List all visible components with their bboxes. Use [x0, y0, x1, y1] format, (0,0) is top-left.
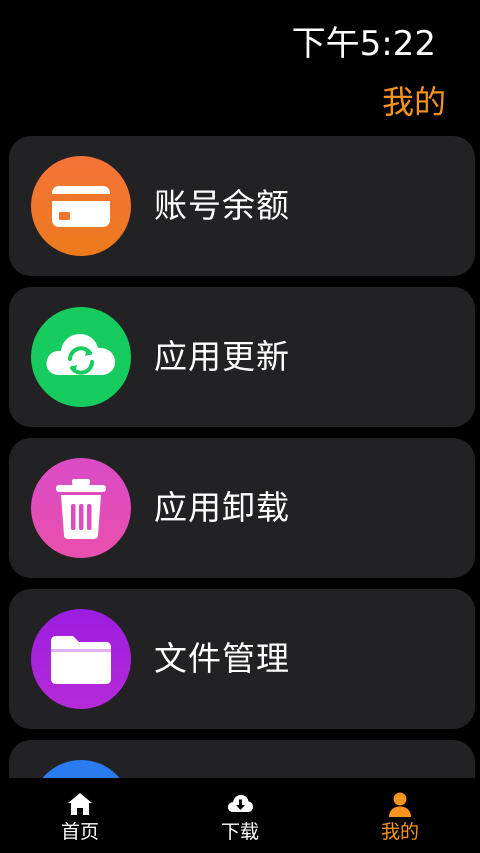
menu-item-partial[interactable]	[9, 740, 475, 778]
cloud-sync-icon	[31, 307, 131, 407]
menu-item-app-update[interactable]: 应用更新	[9, 287, 475, 427]
menu-item-label: 应用卸载	[154, 488, 290, 527]
folder-icon	[31, 609, 131, 709]
card-icon	[31, 156, 131, 256]
menu-item-file-manager[interactable]: 文件管理	[9, 589, 475, 729]
tab-profile[interactable]: 我的	[350, 778, 450, 853]
tab-label: 首页	[60, 821, 99, 843]
menu-item-label: 应用更新	[154, 337, 290, 376]
bottom-tab-bar: 首页 下载 我的	[0, 778, 480, 853]
tab-home[interactable]: 首页	[30, 778, 130, 853]
tab-download[interactable]: 下载	[190, 778, 290, 853]
status-bar-time: 下午5:22	[291, 24, 436, 64]
tab-label: 下载	[220, 821, 259, 843]
trash-icon	[31, 458, 131, 558]
tab-label: 我的	[380, 821, 419, 843]
page-title: 我的	[381, 83, 446, 121]
menu-list[interactable]: 账号余额 应用更新 应用卸载 文件管理	[9, 136, 475, 778]
home-icon	[66, 790, 94, 818]
menu-item-account-balance[interactable]: 账号余额	[9, 136, 475, 276]
person-icon	[386, 790, 414, 818]
partial-item-icon	[31, 760, 131, 778]
menu-item-label: 文件管理	[154, 639, 290, 678]
menu-item-label: 账号余额	[154, 186, 290, 225]
download-cloud-icon	[226, 790, 254, 818]
menu-item-app-uninstall[interactable]: 应用卸载	[9, 438, 475, 578]
